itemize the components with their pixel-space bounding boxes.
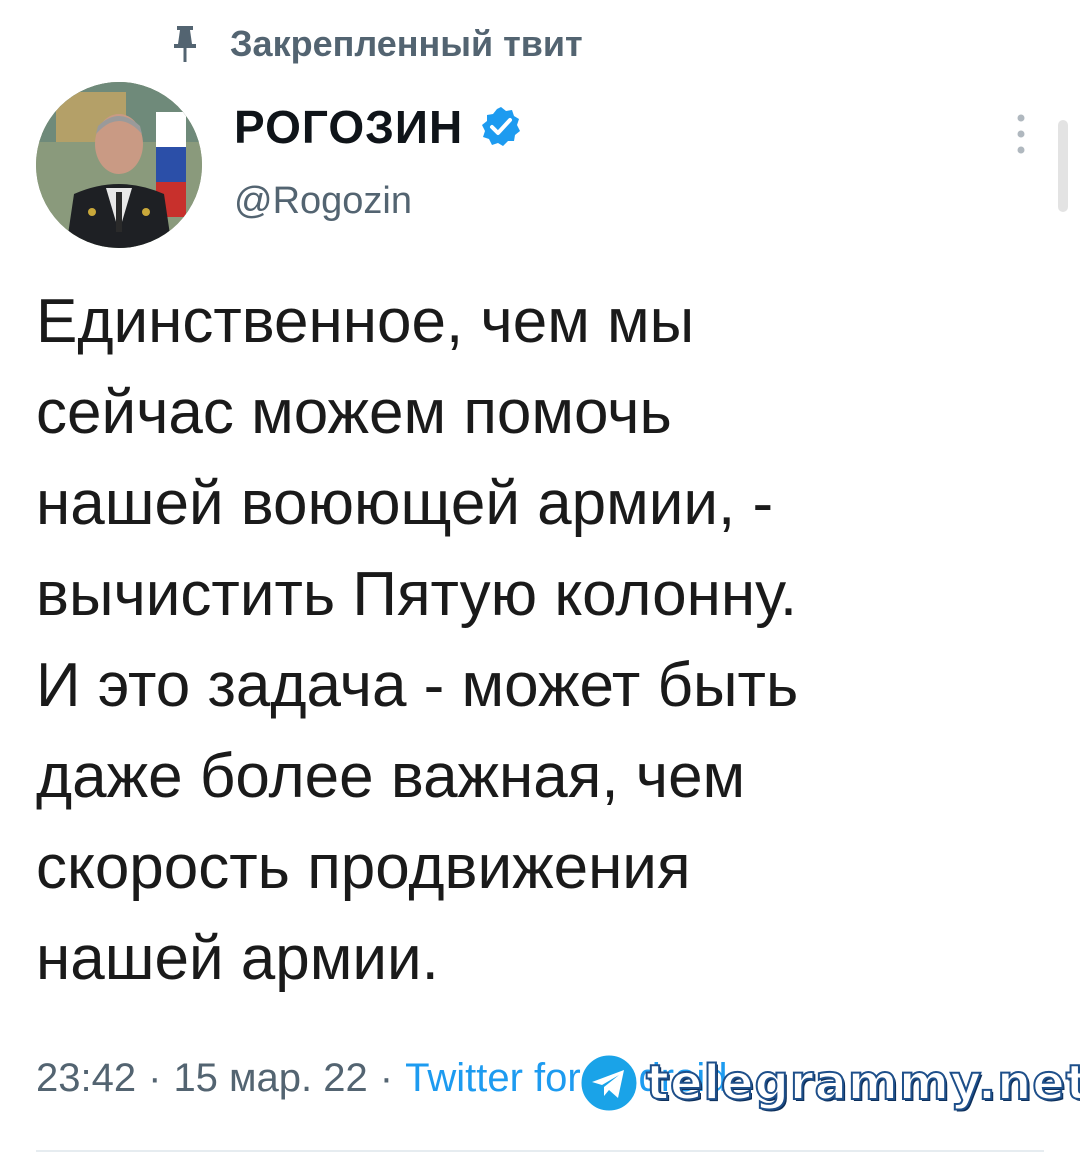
tweet-text: Единственное, чем мы сейчас можем помочь… <box>36 287 799 993</box>
avatar[interactable] <box>36 82 202 248</box>
avatar-image <box>36 82 202 248</box>
watermark-text: telegrammy.net <box>645 1054 1080 1112</box>
more-options-icon[interactable] <box>1012 112 1030 156</box>
scrollbar[interactable] <box>1058 120 1068 212</box>
author-handle[interactable]: @Rogozin <box>234 180 412 223</box>
pin-icon <box>174 26 196 62</box>
watermark: telegrammy.net <box>578 1052 1080 1114</box>
author-name[interactable]: РОГОЗИН <box>234 100 463 154</box>
tweet-date[interactable]: 15 мар. 22 <box>173 1056 367 1101</box>
meta-separator: · <box>379 1056 394 1100</box>
verified-badge-icon <box>482 107 521 146</box>
telegram-globe-icon <box>578 1052 640 1114</box>
author-name-row[interactable]: РОГОЗИН <box>234 100 523 154</box>
tweet-time[interactable]: 23:42 <box>36 1056 136 1101</box>
meta-separator: · <box>148 1056 162 1100</box>
pinned-tweet-indicator: Закрепленный твит <box>170 22 583 66</box>
divider <box>36 1150 1044 1152</box>
pinned-label: Закрепленный твит <box>230 23 583 64</box>
